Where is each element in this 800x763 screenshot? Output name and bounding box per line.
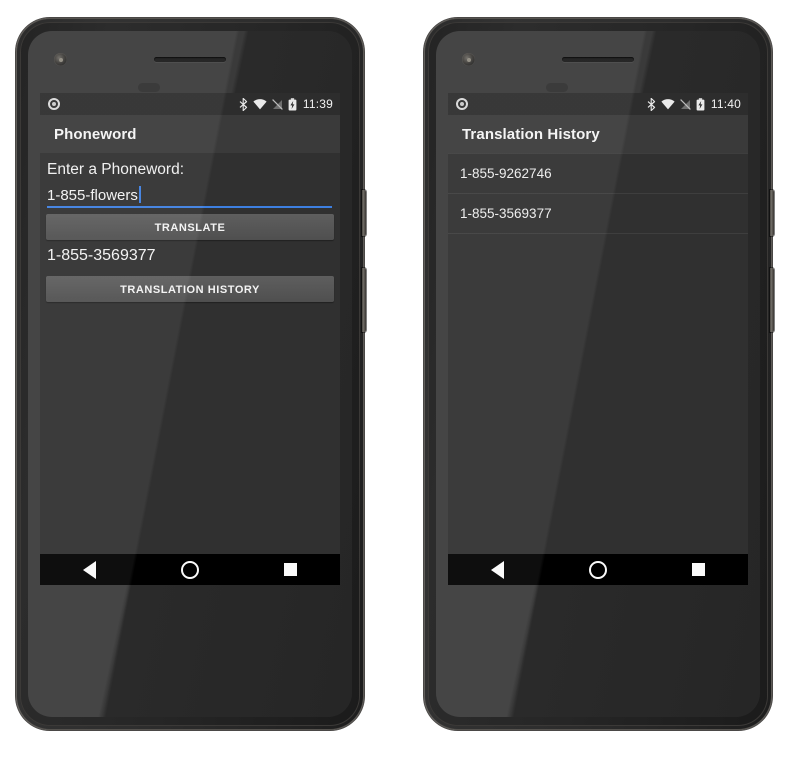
- recents-icon[interactable]: [284, 563, 298, 576]
- app-content-history: 1-855-9262746 1-855-3569377: [448, 153, 748, 554]
- circle-notification-icon: [48, 98, 60, 110]
- navigation-bar: [40, 554, 340, 585]
- battery-charging-icon: [696, 97, 705, 110]
- status-bar: 11:39: [40, 93, 340, 115]
- home-icon[interactable]: [180, 560, 199, 579]
- list-item[interactable]: 1-855-3569377: [448, 194, 748, 234]
- front-camera-icon: [462, 53, 475, 66]
- input-underline: [47, 206, 332, 208]
- phone-body: 11:39 Phoneword Enter a Phoneword: 1-855…: [20, 22, 360, 726]
- app-bar-title: Phoneword: [54, 125, 137, 143]
- phone-screen-phoneword: 11:39 Phoneword Enter a Phoneword: 1-855…: [40, 93, 340, 585]
- status-bar-clock: 11:40: [710, 97, 741, 111]
- status-bar-clock: 11:39: [302, 97, 333, 111]
- bluetooth-icon: [239, 97, 248, 111]
- phone-glass: 11:40 Translation History 1-855-9262746: [436, 31, 760, 717]
- phone-screen-translation-history: 11:40 Translation History 1-855-9262746: [448, 93, 748, 585]
- phone-device-phoneword: 11:39 Phoneword Enter a Phoneword: 1-855…: [16, 18, 366, 730]
- phone-glass: 11:39 Phoneword Enter a Phoneword: 1-855…: [28, 31, 352, 717]
- home-icon[interactable]: [588, 560, 607, 579]
- power-button[interactable]: [770, 190, 774, 236]
- phone-body: 11:40 Translation History 1-855-9262746: [428, 22, 768, 726]
- translation-result: 1-855-3569377: [47, 247, 156, 264]
- phoneword-label: Enter a Phoneword:: [47, 161, 185, 178]
- wifi-icon: [661, 98, 675, 109]
- app-bar: Translation History: [448, 115, 748, 153]
- navigation-bar: [448, 554, 748, 585]
- status-bar-right: 11:40: [647, 97, 741, 111]
- phoneword-input-value: 1-855-flowers: [47, 187, 138, 204]
- list-item[interactable]: 1-855-9262746: [448, 153, 748, 194]
- proximity-sensor: [546, 83, 568, 92]
- list-item-label: 1-855-9262746: [460, 166, 552, 181]
- app-content-phoneword: Enter a Phoneword: 1-855-flowers TRANSLA…: [40, 153, 340, 554]
- screenshot-stage: 11:39 Phoneword Enter a Phoneword: 1-855…: [0, 0, 800, 763]
- app-bar: Phoneword: [40, 115, 340, 153]
- list-item-label: 1-855-3569377: [460, 206, 552, 221]
- signal-off-icon: [272, 98, 283, 110]
- proximity-sensor: [138, 83, 160, 92]
- translate-button[interactable]: TRANSLATE: [46, 214, 334, 240]
- text-caret: [138, 186, 141, 203]
- back-icon[interactable]: [490, 560, 504, 579]
- battery-charging-icon: [288, 97, 297, 110]
- app-bar-title: Translation History: [462, 125, 600, 143]
- volume-rocker[interactable]: [770, 268, 774, 332]
- volume-rocker[interactable]: [362, 268, 366, 332]
- status-bar: 11:40: [448, 93, 748, 115]
- phoneword-input[interactable]: 1-855-flowers: [47, 186, 334, 208]
- back-icon[interactable]: [82, 560, 96, 579]
- status-bar-left: [456, 98, 468, 110]
- signal-off-icon: [680, 98, 691, 110]
- status-bar-left: [48, 98, 60, 110]
- power-button[interactable]: [362, 190, 366, 236]
- phone-device-translation-history: 11:40 Translation History 1-855-9262746: [424, 18, 774, 730]
- recents-icon[interactable]: [692, 563, 706, 576]
- status-bar-right: 11:39: [239, 97, 333, 111]
- translation-history-list: 1-855-9262746 1-855-3569377: [448, 153, 748, 234]
- front-camera-icon: [54, 53, 67, 66]
- wifi-icon: [253, 98, 267, 109]
- circle-notification-icon: [456, 98, 468, 110]
- bluetooth-icon: [647, 97, 656, 111]
- earpiece-speaker: [154, 57, 226, 62]
- translation-history-button[interactable]: TRANSLATION HISTORY: [46, 276, 334, 302]
- earpiece-speaker: [562, 57, 634, 62]
